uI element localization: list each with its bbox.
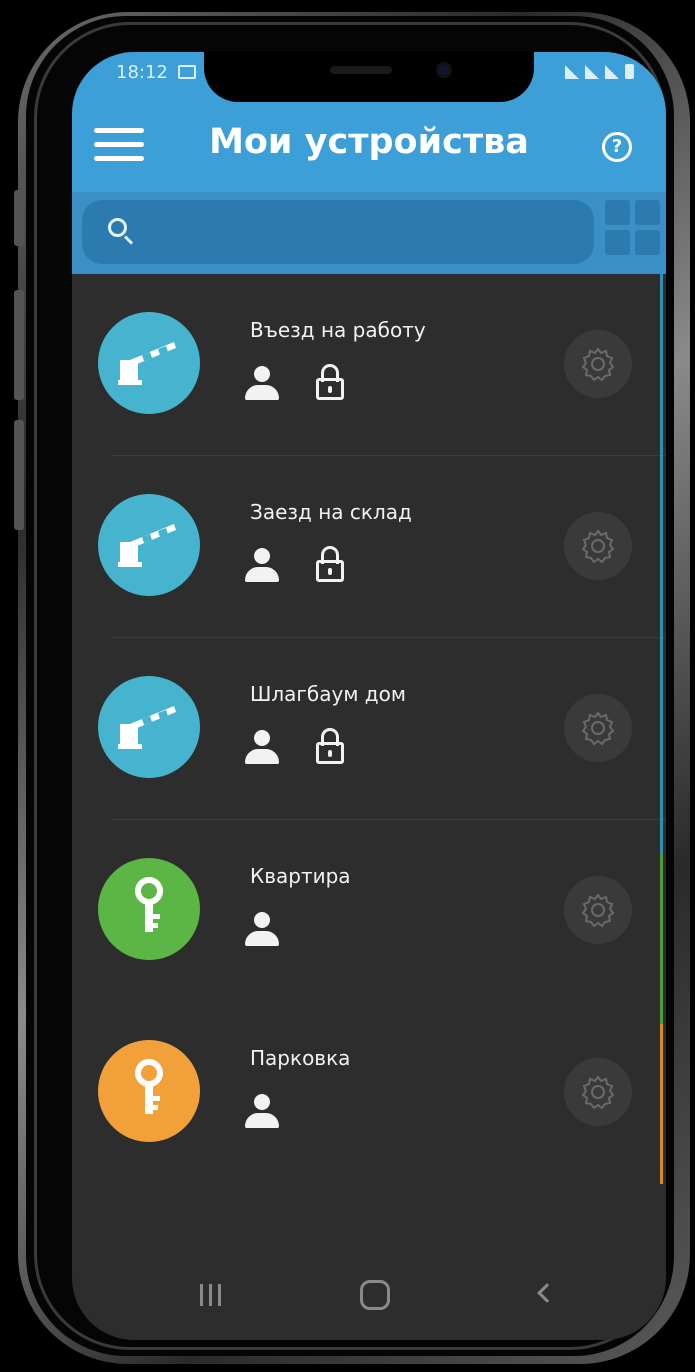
device-item[interactable]: Квартира: [72, 820, 666, 1002]
gear-icon[interactable]: [564, 1058, 632, 1126]
battery-icon: [625, 64, 634, 79]
barrier-gate-icon: [98, 312, 200, 414]
unlocked-lock-icon: [316, 364, 344, 402]
help-circle-icon[interactable]: ?: [602, 132, 632, 162]
front-camera: [436, 62, 452, 78]
help-glyph: ?: [611, 136, 623, 157]
search-input[interactable]: [146, 210, 576, 254]
device-name: Квартира: [250, 864, 351, 888]
device-name: Шлагбаум дом: [250, 682, 406, 706]
gear-icon[interactable]: [564, 330, 632, 398]
key-icon: [98, 1040, 200, 1142]
grid-view-icon[interactable]: [605, 200, 666, 264]
search-icon: [108, 218, 134, 245]
wifi-icon: [565, 65, 579, 79]
barrier-gate-icon: [98, 494, 200, 596]
phone-side-button: [14, 190, 24, 246]
search-row: [72, 192, 666, 274]
scroll-indicator: [660, 274, 663, 854]
barrier-gate-icon: [98, 676, 200, 778]
gear-icon[interactable]: [564, 876, 632, 944]
user-icon: [244, 912, 280, 948]
phone-notch: [204, 52, 534, 102]
page-title: Мои устройства: [209, 122, 529, 162]
gear-icon[interactable]: [564, 512, 632, 580]
status-icons: [565, 64, 634, 79]
unlocked-lock-icon: [316, 546, 344, 584]
signal-icon: [605, 65, 619, 79]
user-icon: [244, 1094, 280, 1130]
gallery-notification-icon: [178, 65, 196, 79]
device-item[interactable]: Заезд на склад: [72, 456, 666, 638]
unlocked-lock-icon: [316, 728, 344, 766]
back-icon[interactable]: [532, 1282, 560, 1310]
home-icon[interactable]: [360, 1280, 390, 1310]
app-header: 18:12 Мои устройства ?: [72, 52, 666, 274]
phone-side-button: [14, 420, 24, 530]
key-icon: [98, 858, 200, 960]
device-item[interactable]: Парковка: [72, 1002, 666, 1184]
device-name: Въезд на работу: [250, 318, 426, 342]
device-item[interactable]: Шлагбаум дом: [72, 638, 666, 820]
scroll-indicator: [660, 1024, 663, 1184]
user-icon: [244, 548, 280, 584]
device-name: Парковка: [250, 1046, 351, 1070]
gear-icon[interactable]: [564, 694, 632, 762]
signal-icon: [585, 65, 599, 79]
device-name: Заезд на склад: [250, 500, 412, 524]
status-time: 18:12: [116, 62, 168, 83]
title-bar: Мои устройства ?: [72, 110, 666, 184]
app-screen: 18:12 Мои устройства ? Въезд на работу З…: [72, 52, 666, 1340]
recent-apps-icon[interactable]: [196, 1282, 226, 1308]
system-nav-bar: [72, 1260, 666, 1340]
user-icon: [244, 730, 280, 766]
earpiece-speaker: [330, 66, 392, 74]
scroll-indicator: [660, 854, 663, 1024]
user-icon: [244, 366, 280, 402]
device-item[interactable]: Въезд на работу: [72, 274, 666, 456]
search-box[interactable]: [82, 200, 594, 264]
phone-side-button: [14, 290, 24, 400]
